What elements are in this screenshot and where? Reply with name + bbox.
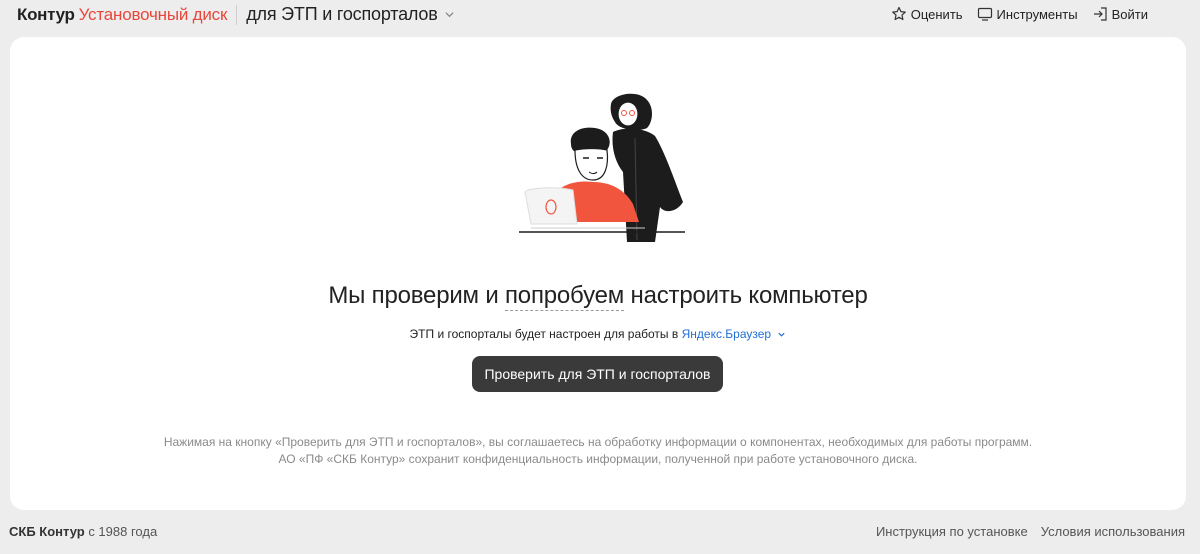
footer-company[interactable]: СКБ Контур bbox=[9, 524, 85, 539]
headline-dashed-term[interactable]: попробуем bbox=[505, 282, 624, 311]
star-icon bbox=[891, 6, 906, 21]
footer-links: Инструкция по установке Условия использо… bbox=[876, 524, 1185, 539]
consent-disclaimer: Нажимая на кнопку «Проверить для ЭТП и г… bbox=[10, 434, 1186, 468]
main-card: Мы проверим и попробуем настроить компью… bbox=[10, 37, 1186, 510]
rate-button-label: Оценить bbox=[910, 6, 963, 22]
brand-divider bbox=[236, 4, 238, 25]
browser-selector[interactable]: Яндекс.Браузер bbox=[682, 327, 787, 341]
disclaimer-line-1: Нажимая на кнопку «Проверить для ЭТП и г… bbox=[163, 435, 1033, 449]
chevron-down-icon bbox=[444, 12, 454, 18]
section-selector-label: для ЭТП и госпорталов bbox=[246, 4, 438, 24]
people-at-laptop-illustration bbox=[519, 93, 685, 242]
disclaimer-line-2: АО «ПФ «СКБ Контур» сохранит конфиденциа… bbox=[278, 452, 918, 466]
header-actions: Оценить Инструменты Войти bbox=[891, 6, 1148, 22]
footer-copyright: СКБ Контур с 1988 года bbox=[9, 524, 157, 539]
tools-button-label: Инструменты bbox=[996, 6, 1078, 22]
tools-button[interactable]: Инструменты bbox=[977, 6, 1078, 22]
top-header: Контур Установочный диск для ЭТП и госпо… bbox=[0, 0, 1200, 30]
headline-part-1: Мы проверим и bbox=[328, 282, 506, 309]
brand-logo-kontur[interactable]: Контур bbox=[17, 5, 75, 25]
install-guide-link[interactable]: Инструкция по установке bbox=[876, 524, 1028, 539]
check-etp-button[interactable]: Проверить для ЭТП и госпорталов bbox=[472, 356, 723, 392]
terms-link[interactable]: Условия использования bbox=[1041, 524, 1185, 539]
section-selector[interactable]: для ЭТП и госпорталов bbox=[246, 4, 454, 25]
rate-button[interactable]: Оценить bbox=[891, 6, 963, 22]
subline-text: ЭТП и госпорталы будет настроен для рабо… bbox=[409, 327, 682, 341]
login-button[interactable]: Войти bbox=[1092, 6, 1148, 22]
browser-selector-label: Яндекс.Браузер bbox=[681, 327, 772, 341]
page-headline: Мы проверим и попробуем настроить компью… bbox=[10, 282, 1186, 311]
headline-part-2: настроить компьютер bbox=[624, 282, 868, 309]
footer-since: с 1988 года bbox=[84, 524, 158, 539]
monitor-icon bbox=[977, 7, 992, 21]
browser-subline: ЭТП и госпорталы будет настроен для рабо… bbox=[10, 327, 1186, 341]
chevron-down-icon bbox=[778, 333, 786, 338]
login-button-label: Войти bbox=[1111, 6, 1148, 22]
brand-product-name[interactable]: Установочный диск bbox=[79, 5, 228, 25]
login-arrow-icon bbox=[1093, 7, 1107, 21]
page-footer: СКБ Контур с 1988 года Инструкция по уст… bbox=[0, 522, 1200, 542]
brand-block: Контур Установочный диск для ЭТП и госпо… bbox=[17, 4, 455, 25]
